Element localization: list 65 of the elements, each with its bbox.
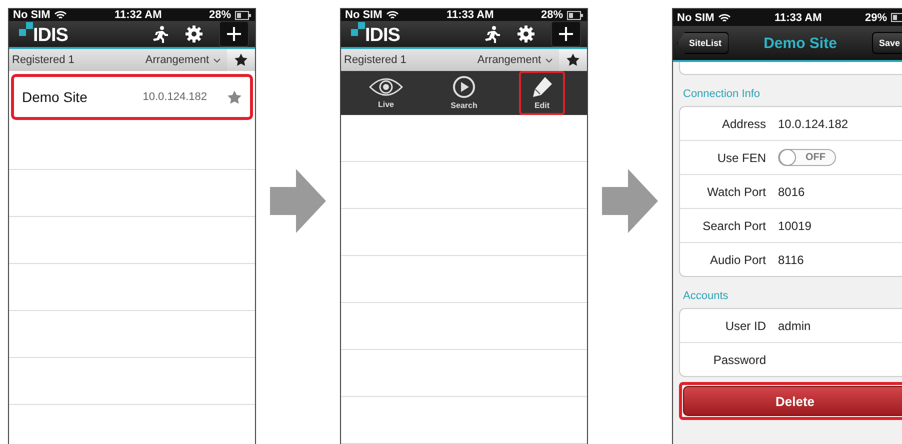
field-value[interactable]: 10.0.124.182 — [778, 116, 848, 130]
delete-button[interactable]: Delete — [683, 386, 902, 416]
carrier-label: No SIM — [677, 12, 714, 24]
site-address: 10.0.124.182 — [142, 91, 207, 103]
field-value[interactable]: 8016 — [778, 184, 805, 198]
sort-dropdown[interactable]: Arrangement — [471, 54, 559, 66]
sort-dropdown[interactable]: Arrangement — [139, 54, 227, 66]
play-icon — [453, 76, 475, 98]
favorites-button[interactable] — [227, 49, 255, 71]
carrier-label: No SIM — [13, 9, 50, 21]
settings-icon[interactable] — [185, 25, 203, 43]
wifi-icon — [386, 10, 400, 20]
site-list-item[interactable]: Demo Site 10.0.124.182 — [11, 74, 253, 120]
add-button[interactable] — [219, 21, 249, 47]
field-value[interactable]: 8116 — [778, 252, 804, 266]
battery-icon — [235, 10, 251, 20]
running-person-icon[interactable] — [151, 25, 169, 43]
section-header: Accounts — [682, 289, 730, 304]
back-button[interactable]: SiteList — [677, 32, 729, 54]
eye-icon — [369, 77, 403, 97]
right-arrow-icon — [602, 169, 658, 233]
logo-text: IDIS — [33, 24, 68, 46]
star-icon — [234, 53, 248, 67]
save-button[interactable]: Save — [872, 32, 902, 54]
logo-text: IDIS — [365, 24, 400, 46]
carrier-label: No SIM — [345, 9, 382, 21]
running-person-icon[interactable] — [483, 25, 501, 43]
field-label: Watch Port — [706, 184, 767, 198]
action-button[interactable]: Live — [363, 71, 409, 115]
chevron-down-icon — [213, 58, 221, 62]
section-header: Connection Info — [682, 87, 762, 102]
battery-percent: 28% — [540, 9, 563, 21]
clock-time: 11:33 AM — [445, 9, 495, 21]
pencil-icon — [531, 76, 553, 98]
site-name: Demo Site — [22, 89, 88, 105]
registered-count: Registered 1 — [343, 54, 408, 66]
right-arrow-icon — [270, 169, 326, 233]
screen-title: Demo Site — [762, 34, 838, 52]
favorites-button[interactable] — [559, 49, 587, 71]
add-button[interactable] — [551, 21, 581, 47]
wifi-icon — [54, 10, 68, 20]
field-label: Search Port — [702, 218, 767, 232]
battery-percent: 28% — [208, 9, 231, 21]
field-value[interactable]: 10019 — [778, 218, 812, 232]
settings-icon[interactable] — [517, 25, 535, 43]
star-icon — [566, 53, 580, 67]
field-value[interactable]: admin — [778, 318, 811, 332]
plus-icon — [559, 27, 573, 41]
field-label: Password — [712, 352, 767, 366]
field-label: Use FEN — [716, 150, 767, 164]
chevron-down-icon — [545, 58, 553, 62]
field-label: Audio Port — [708, 252, 767, 266]
wifi-icon — [718, 12, 732, 22]
plus-icon — [227, 27, 241, 41]
battery-icon — [567, 10, 583, 20]
registered-count: Registered 1 — [11, 54, 76, 66]
battery-percent: 29% — [864, 12, 887, 24]
action-button[interactable]: Search — [441, 71, 487, 115]
clock-time: 11:32 AM — [113, 9, 163, 21]
field-label: Address — [720, 116, 767, 130]
toggle-switch[interactable]: OFF — [778, 149, 836, 166]
clock-time: 11:33 AM — [773, 12, 823, 24]
action-button[interactable]: Edit — [519, 71, 565, 115]
field-label: User ID — [724, 318, 767, 332]
star-icon[interactable] — [227, 90, 242, 104]
